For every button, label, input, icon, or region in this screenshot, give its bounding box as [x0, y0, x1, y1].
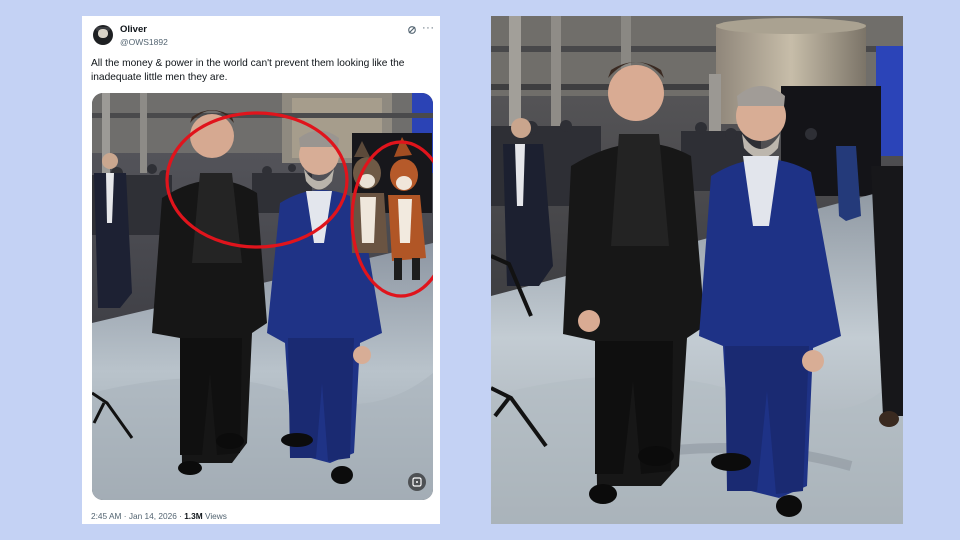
original-photo	[491, 16, 903, 524]
views-count: 1.3M	[184, 511, 203, 521]
user-avatar[interactable]	[93, 25, 113, 45]
user-handle[interactable]: @OWS1892	[120, 37, 168, 47]
grok-icon[interactable]	[407, 25, 417, 35]
event-photo-annotated	[92, 93, 433, 500]
more-options-icon[interactable]: ···	[422, 22, 435, 34]
tweet-card[interactable]: Oliver @OWS1892 ··· All the money & powe…	[82, 16, 440, 524]
tweet-metadata: 2:45 AM · Jan 14, 2026 · 1.3M Views	[91, 511, 227, 521]
event-photo	[491, 16, 903, 524]
tweet-text: All the money & power in the world can't…	[91, 58, 405, 83]
meta-separator: ·	[121, 511, 129, 521]
tweet-photo[interactable]	[92, 93, 433, 500]
display-name[interactable]: Oliver	[120, 24, 147, 35]
tweet-date[interactable]: Jan 14, 2026	[129, 511, 177, 521]
tweet-time[interactable]: 2:45 AM	[91, 511, 121, 521]
expand-image-icon[interactable]	[408, 473, 426, 491]
views-label: Views	[202, 511, 227, 521]
